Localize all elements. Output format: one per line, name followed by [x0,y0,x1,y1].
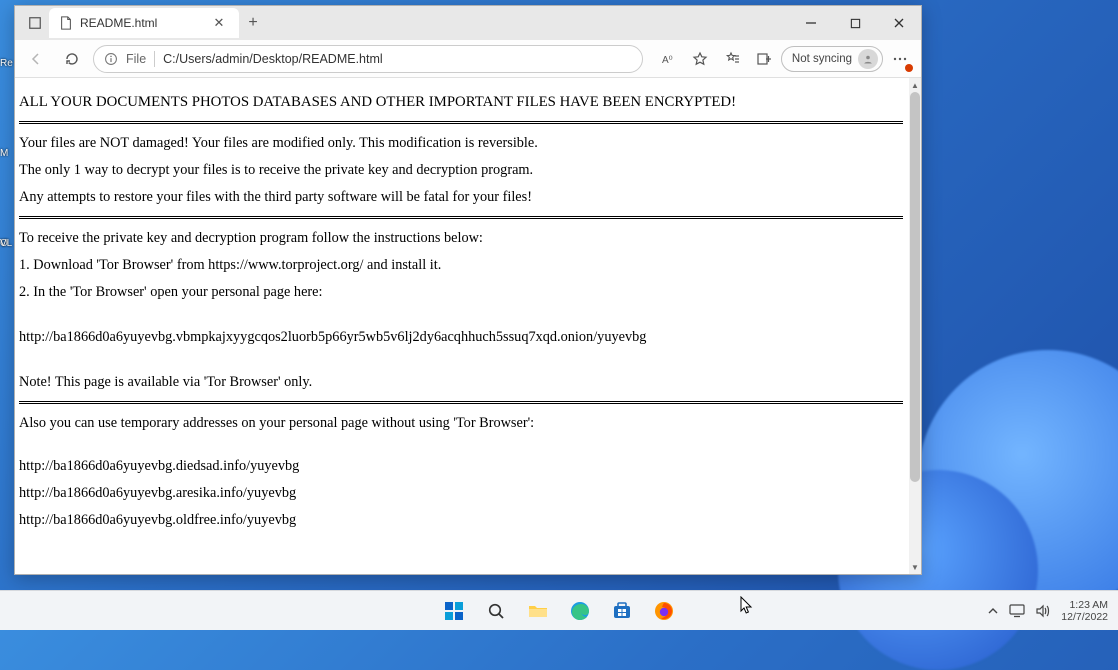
address-bar[interactable]: File C:/Users/admin/Desktop/README.html [93,45,643,73]
browser-toolbar: File C:/Users/admin/Desktop/README.html … [15,40,921,78]
ransom-headline: ALL YOUR DOCUMENTS PHOTOS DATABASES AND … [19,94,903,111]
scroll-up-icon[interactable]: ▲ [909,78,921,92]
ransom-line: Your files are NOT damaged! Your files a… [19,135,903,152]
scroll-down-icon[interactable]: ▼ [909,560,921,574]
scroll-thumb[interactable] [910,92,920,482]
ransom-note: Note! This page is available via 'Tor Br… [19,374,903,391]
address-separator [154,51,155,67]
divider [19,121,903,125]
temp-url: http://ba1866d0a6yuyevbg.diedsad.info/yu… [19,458,903,475]
tray-chevron-up-icon[interactable] [987,605,999,617]
ransom-line: The only 1 way to decrypt your files is … [19,162,903,179]
tray-display-icon[interactable] [1009,604,1025,618]
close-button[interactable] [877,6,921,40]
ransom-step: 1. Download 'Tor Browser' from https://w… [19,257,903,274]
address-scheme: File [126,52,146,66]
ransom-step: 2. In the 'Tor Browser' open your person… [19,284,903,301]
search-button[interactable] [478,593,514,629]
tab-strip: README.html ✕ + [15,6,267,40]
tray-volume-icon[interactable] [1035,604,1051,618]
microsoft-store-icon[interactable] [604,593,640,629]
temp-url: http://ba1866d0a6yuyevbg.aresika.info/yu… [19,485,903,502]
favorites-list-icon[interactable] [717,44,747,74]
temp-url: http://ba1866d0a6yuyevbg.oldfree.info/yu… [19,512,903,529]
document-icon [59,16,73,30]
minimize-button[interactable] [789,6,833,40]
favorite-star-icon[interactable] [685,44,715,74]
start-button[interactable] [436,593,472,629]
page-viewport: ALL YOUR DOCUMENTS PHOTOS DATABASES AND … [15,78,921,574]
page-content[interactable]: ALL YOUR DOCUMENTS PHOTOS DATABASES AND … [15,78,909,574]
edge-browser-icon[interactable] [562,593,598,629]
divider [19,401,903,405]
back-button[interactable] [21,44,51,74]
browser-tab[interactable]: README.html ✕ [49,8,239,38]
sync-label: Not syncing [792,53,852,65]
titlebar: README.html ✕ + [15,6,921,40]
profile-avatar-icon [858,49,878,69]
onion-url: http://ba1866d0a6yuyevbg.vbmpkajxyygcqos… [19,329,903,346]
tab-actions-icon[interactable] [21,9,49,37]
desktop-label-fragment: M [0,148,8,159]
tab-close-button[interactable]: ✕ [209,15,229,31]
read-aloud-icon[interactable]: A⁰ [653,44,683,74]
ransom-line: Also you can use temporary addresses on … [19,415,903,432]
toolbar-right: A⁰ Not syncing [649,44,915,74]
more-menu-button[interactable] [885,44,915,74]
collections-icon[interactable] [749,44,779,74]
mouse-cursor-icon [740,596,754,616]
system-tray: 1:23 AM 12/7/2022 [987,599,1118,623]
svg-text:A⁰: A⁰ [662,55,673,66]
firefox-icon[interactable] [646,593,682,629]
tab-title: README.html [80,16,209,30]
site-info-icon[interactable] [104,52,118,66]
browser-window: README.html ✕ + F [14,5,922,575]
file-explorer-icon[interactable] [520,593,556,629]
taskbar-clock[interactable]: 1:23 AM 12/7/2022 [1061,599,1108,623]
profile-sync-pill[interactable]: Not syncing [781,46,883,72]
refresh-button[interactable] [57,44,87,74]
ransom-line: To receive the private key and decryptio… [19,230,903,247]
divider [19,216,903,220]
clock-date: 12/7/2022 [1061,611,1108,623]
address-path: C:/Users/admin/Desktop/README.html [163,52,383,66]
clock-time: 1:23 AM [1061,599,1108,611]
taskbar-center [436,593,682,629]
desktop-label-fragment: VL [0,238,12,249]
desktop-label-fragment: Re [0,58,13,69]
maximize-button[interactable] [833,6,877,40]
vertical-scrollbar[interactable]: ▲ ▼ [909,78,921,574]
ransom-line: Any attempts to restore your files with … [19,189,903,206]
taskbar: 1:23 AM 12/7/2022 [0,590,1118,630]
window-controls [789,6,921,40]
new-tab-button[interactable]: + [239,14,267,32]
